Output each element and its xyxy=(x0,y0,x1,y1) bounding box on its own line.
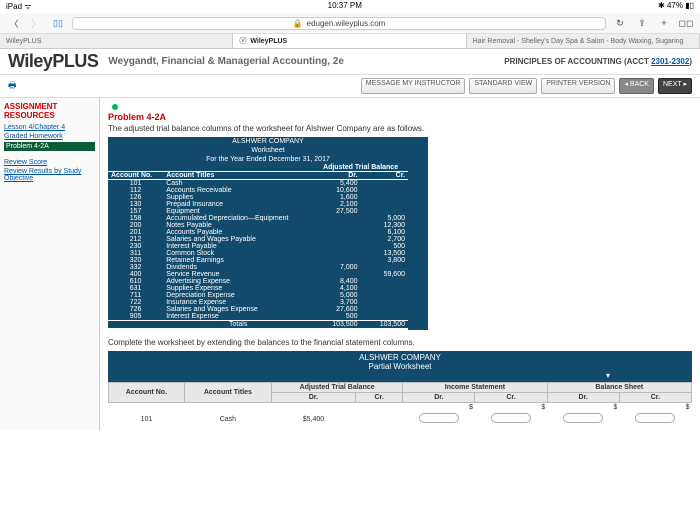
next-nav-button[interactable]: NEXT ▸ xyxy=(658,78,692,94)
bluetooth-icon: ✱ xyxy=(658,1,665,10)
ios-status-bar: iPad ᯤ 10:37 PM ✱ 47% ▮▯ xyxy=(0,0,700,13)
partial-worksheet-table: Account No. Account Titles Adjusted Tria… xyxy=(108,382,692,426)
back-nav-button[interactable]: ◂ BACK xyxy=(619,78,654,94)
instruction-text: Complete the worksheet by extending the … xyxy=(108,338,692,347)
bs-cr-input[interactable] xyxy=(635,413,675,423)
col-dr: Dr. xyxy=(313,172,360,180)
url-text: edugen.wileyplus.com xyxy=(307,19,386,28)
table-row: 200Notes Payable12,300 xyxy=(108,222,408,229)
share-button[interactable]: ⇪ xyxy=(634,15,650,31)
clock: 10:37 PM xyxy=(328,1,362,12)
worksheet-header: Worksheet xyxy=(108,146,428,155)
sidebar-review-results[interactable]: Review Results by Study Objective xyxy=(4,168,95,182)
table-row: 158Accumulated Depreciation—Equipment5,0… xyxy=(108,215,408,222)
bs-dr-input[interactable] xyxy=(563,413,603,423)
print-icon[interactable]: 🖶 xyxy=(8,78,17,94)
course-title: PRINCIPLES OF ACCOUNTING (ACCT 2301-2302… xyxy=(504,57,692,66)
sidebar-problem-selected[interactable]: Problem 4-2A xyxy=(4,142,95,151)
assignment-toolbar: 🖶 MESSAGE MY INSTRUCTOR STANDARD VIEW PR… xyxy=(0,74,700,98)
book-title: Weygandt, Financial & Managerial Account… xyxy=(108,56,344,67)
new-tab-button[interactable]: + xyxy=(656,15,672,31)
wifi-icon: ᯤ xyxy=(24,2,31,11)
table-row: 905Interest Expense500 xyxy=(108,313,408,321)
tab-1[interactable]: WileyPLUS xyxy=(0,34,233,48)
back-button[interactable]: 〈 xyxy=(6,15,22,31)
col-cr: Cr. xyxy=(361,172,408,180)
course-link[interactable]: 2301-2302 xyxy=(651,57,689,66)
trial-balance-table: Adjusted Trial Balance Account No. Accou… xyxy=(108,164,408,330)
standard-view-button[interactable]: STANDARD VIEW xyxy=(469,78,537,94)
sidebar-homework-link[interactable]: Graded Homework xyxy=(4,133,95,140)
problem-description: The adjusted trial balance columns of th… xyxy=(108,124,692,133)
totals-dr: 103,500 xyxy=(313,321,360,330)
table-row: 157Equipment27,500 xyxy=(108,208,408,215)
table-row: $ $ $ $ xyxy=(109,403,692,413)
brand-logo: WileyPLUS xyxy=(8,51,98,72)
sidebar: ASSIGNMENT RESOURCES Lesson 4/Chapter 4 … xyxy=(0,98,100,430)
problem-title: Problem 4-2A xyxy=(108,112,692,122)
browser-toolbar: 〈 〉 ▯▯ 🔒 edugen.wileyplus.com ↻ ⇪ + ◻◻ xyxy=(0,13,700,34)
company-header: ALSHWER COMPANY xyxy=(108,137,428,146)
trial-balance-box: ALSHWER COMPANY Worksheet For the Year E… xyxy=(108,137,428,330)
battery-icon: ▮▯ xyxy=(685,1,694,10)
content-area: Problem 4-2A The adjusted trial balance … xyxy=(100,98,700,430)
browser-tabs: WileyPLUS ⓧWileyPLUS Hair Removal - Shel… xyxy=(0,34,700,49)
address-bar[interactable]: 🔒 edugen.wileyplus.com xyxy=(72,17,606,30)
forward-button[interactable]: 〉 xyxy=(28,15,44,31)
device-label: iPad xyxy=(6,2,22,11)
table-row: 201Accounts Payable6,100 xyxy=(108,229,408,236)
table-row: 722Insurance Expense3,700 xyxy=(108,299,408,306)
table-row: 101 Cash $5,400 xyxy=(109,412,692,426)
table-row: 610Advertising Expense8,400 xyxy=(108,278,408,285)
is-dr-input[interactable] xyxy=(419,413,459,423)
sidebar-heading: ASSIGNMENT RESOURCES xyxy=(4,102,95,120)
printer-version-button[interactable]: PRINTER VERSION xyxy=(541,78,615,94)
table-row: 711Depreciation Expense5,000 xyxy=(108,292,408,299)
table-row: 311Common Stock13,500 xyxy=(108,250,408,257)
close-icon[interactable]: ⓧ xyxy=(239,36,246,46)
table-row: 726Salaries and Wages Expense27,600 xyxy=(108,306,408,313)
message-instructor-button[interactable]: MESSAGE MY INSTRUCTOR xyxy=(361,78,466,94)
bookmarks-button[interactable]: ▯▯ xyxy=(50,15,66,31)
table-row: 631Supplies Expense4,100 xyxy=(108,285,408,292)
table-row: 332Dividends7,000 xyxy=(108,264,408,271)
totals-cr: 103,500 xyxy=(361,321,408,330)
table-row: 112Accounts Receivable10,600 xyxy=(108,187,408,194)
dropdown-icon[interactable]: ▾ xyxy=(110,371,690,380)
table-row: 130Prepaid Insurance2,100 xyxy=(108,201,408,208)
sidebar-review-score[interactable]: Review Score xyxy=(4,159,95,166)
totals-label: Totals xyxy=(163,321,313,330)
status-dot-icon xyxy=(112,104,118,110)
sidebar-lesson-link[interactable]: Lesson 4/Chapter 4 xyxy=(4,124,95,131)
col-account-no: Account No. xyxy=(108,172,163,180)
table-row: 230Interest Payable500 xyxy=(108,243,408,250)
table-row: 101Cash5,400 xyxy=(108,180,408,188)
brand-header: WileyPLUS Weygandt, Financial & Manageri… xyxy=(0,49,700,74)
is-cr-input[interactable] xyxy=(491,413,531,423)
lock-icon: 🔒 xyxy=(293,19,303,28)
battery-pct: 47% xyxy=(667,1,683,10)
tab-3[interactable]: Hair Removal - Shelley's Day Spa & Salon… xyxy=(467,34,700,48)
table-row: 212Salaries and Wages Payable2,700 xyxy=(108,236,408,243)
table-row: 400Service Revenue59,600 xyxy=(108,271,408,278)
period-header: For the Year Ended December 31, 2017 xyxy=(108,155,428,164)
partial-worksheet-header: ALSHWER COMPANY Partial Worksheet ▾ xyxy=(108,351,692,382)
tabs-button[interactable]: ◻◻ xyxy=(678,15,694,31)
reload-button[interactable]: ↻ xyxy=(612,15,628,31)
table-row: 320Retained Earnings3,800 xyxy=(108,257,408,264)
col-titles: Account Titles xyxy=(163,172,313,180)
table-row: 126Supplies1,600 xyxy=(108,194,408,201)
tab-2[interactable]: ⓧWileyPLUS xyxy=(233,34,466,48)
